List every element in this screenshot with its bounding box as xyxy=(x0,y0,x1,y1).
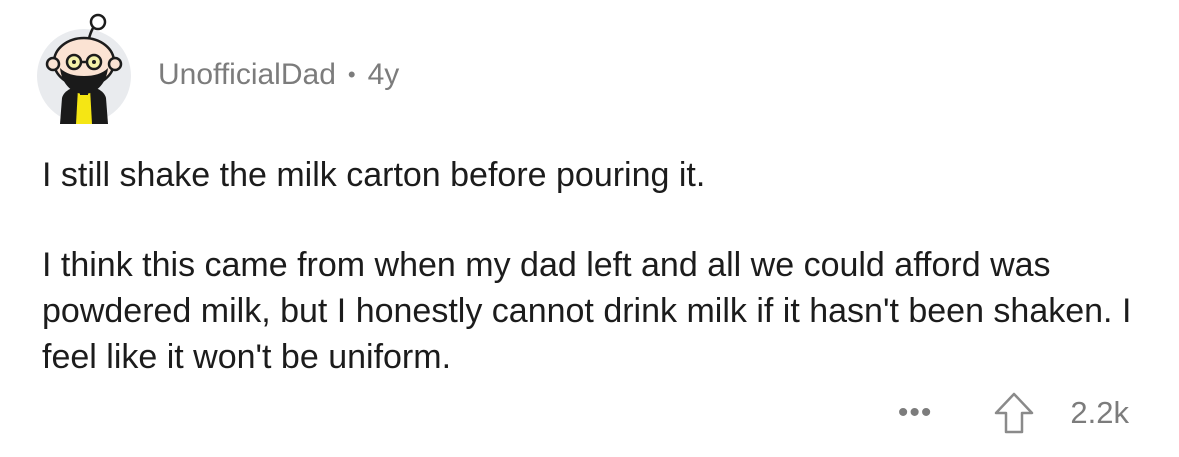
upvote-button[interactable] xyxy=(992,390,1036,436)
more-options-button[interactable]: ••• xyxy=(898,398,933,428)
snoo-avatar-icon xyxy=(37,13,131,124)
comment-body: I still shake the milk carton before pou… xyxy=(42,152,1152,380)
comment-header: UnofficialDad • 4y xyxy=(34,12,399,124)
author-username[interactable]: UnofficialDad xyxy=(158,58,336,92)
comment-actions: ••• 2.2k xyxy=(898,390,1129,436)
comment-paragraph: I think this came from when my dad left … xyxy=(42,246,1132,376)
comment-meta: UnofficialDad • 4y xyxy=(158,58,399,92)
vote-score: 2.2k xyxy=(1070,395,1129,430)
upvote-arrow-icon xyxy=(995,392,1034,434)
comment-card: UnofficialDad • 4y I still shake the mil… xyxy=(0,0,1179,457)
comment-paragraph: I still shake the milk carton before pou… xyxy=(42,156,706,194)
comment-age[interactable]: 4y xyxy=(368,58,400,92)
meta-separator: • xyxy=(347,62,356,87)
user-avatar[interactable] xyxy=(34,12,134,124)
